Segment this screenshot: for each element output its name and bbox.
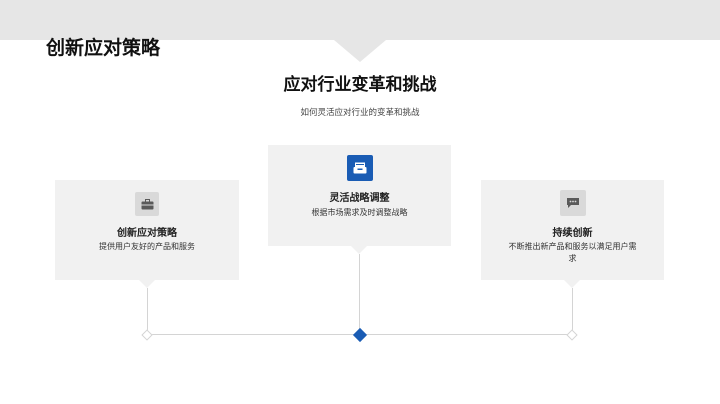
card-title: 持续创新 [552,228,593,239]
timeline-node-center [352,327,368,343]
main-title: 应对行业变革和挑战 [283,75,437,95]
inbox-tray-icon [353,162,367,174]
card-continuous-innovation: 持续创新 不断推出新产品和服务以满足用户需求 [481,180,664,280]
briefcase-icon [141,198,153,209]
card-icon-box [347,155,373,181]
timeline-node-right [566,329,578,341]
connector-center [359,254,360,334]
card-tail-right [564,280,580,288]
card-desc: 根据市场需求及时调整战略 [311,208,408,217]
slide-title: 创新应对策略 [46,37,161,59]
card-flexible-strategy: 灵活战略调整 根据市场需求及时调整战略 [268,145,451,246]
card-tail-left [139,280,155,288]
card-desc: 提供用户友好的产品和服务 [99,242,195,251]
card-desc: 不断推出新产品和服务以满足用户需求 [508,242,637,263]
card-innovation-strategy: 创新应对策略 提供用户友好的产品和服务 [55,180,239,280]
connector-left [147,288,148,334]
connector-right [572,288,573,334]
header-notch [334,40,386,62]
card-icon-box [560,190,586,216]
card-title: 灵活战略调整 [329,193,390,204]
subtitle: 如何灵活应对行业的变革和挑战 [300,108,420,118]
timeline-node-left [141,329,153,341]
card-icon-box [135,192,159,216]
card-title: 创新应对策略 [117,228,177,239]
chat-bubble-icon [567,198,579,208]
card-tail-center [351,246,367,254]
